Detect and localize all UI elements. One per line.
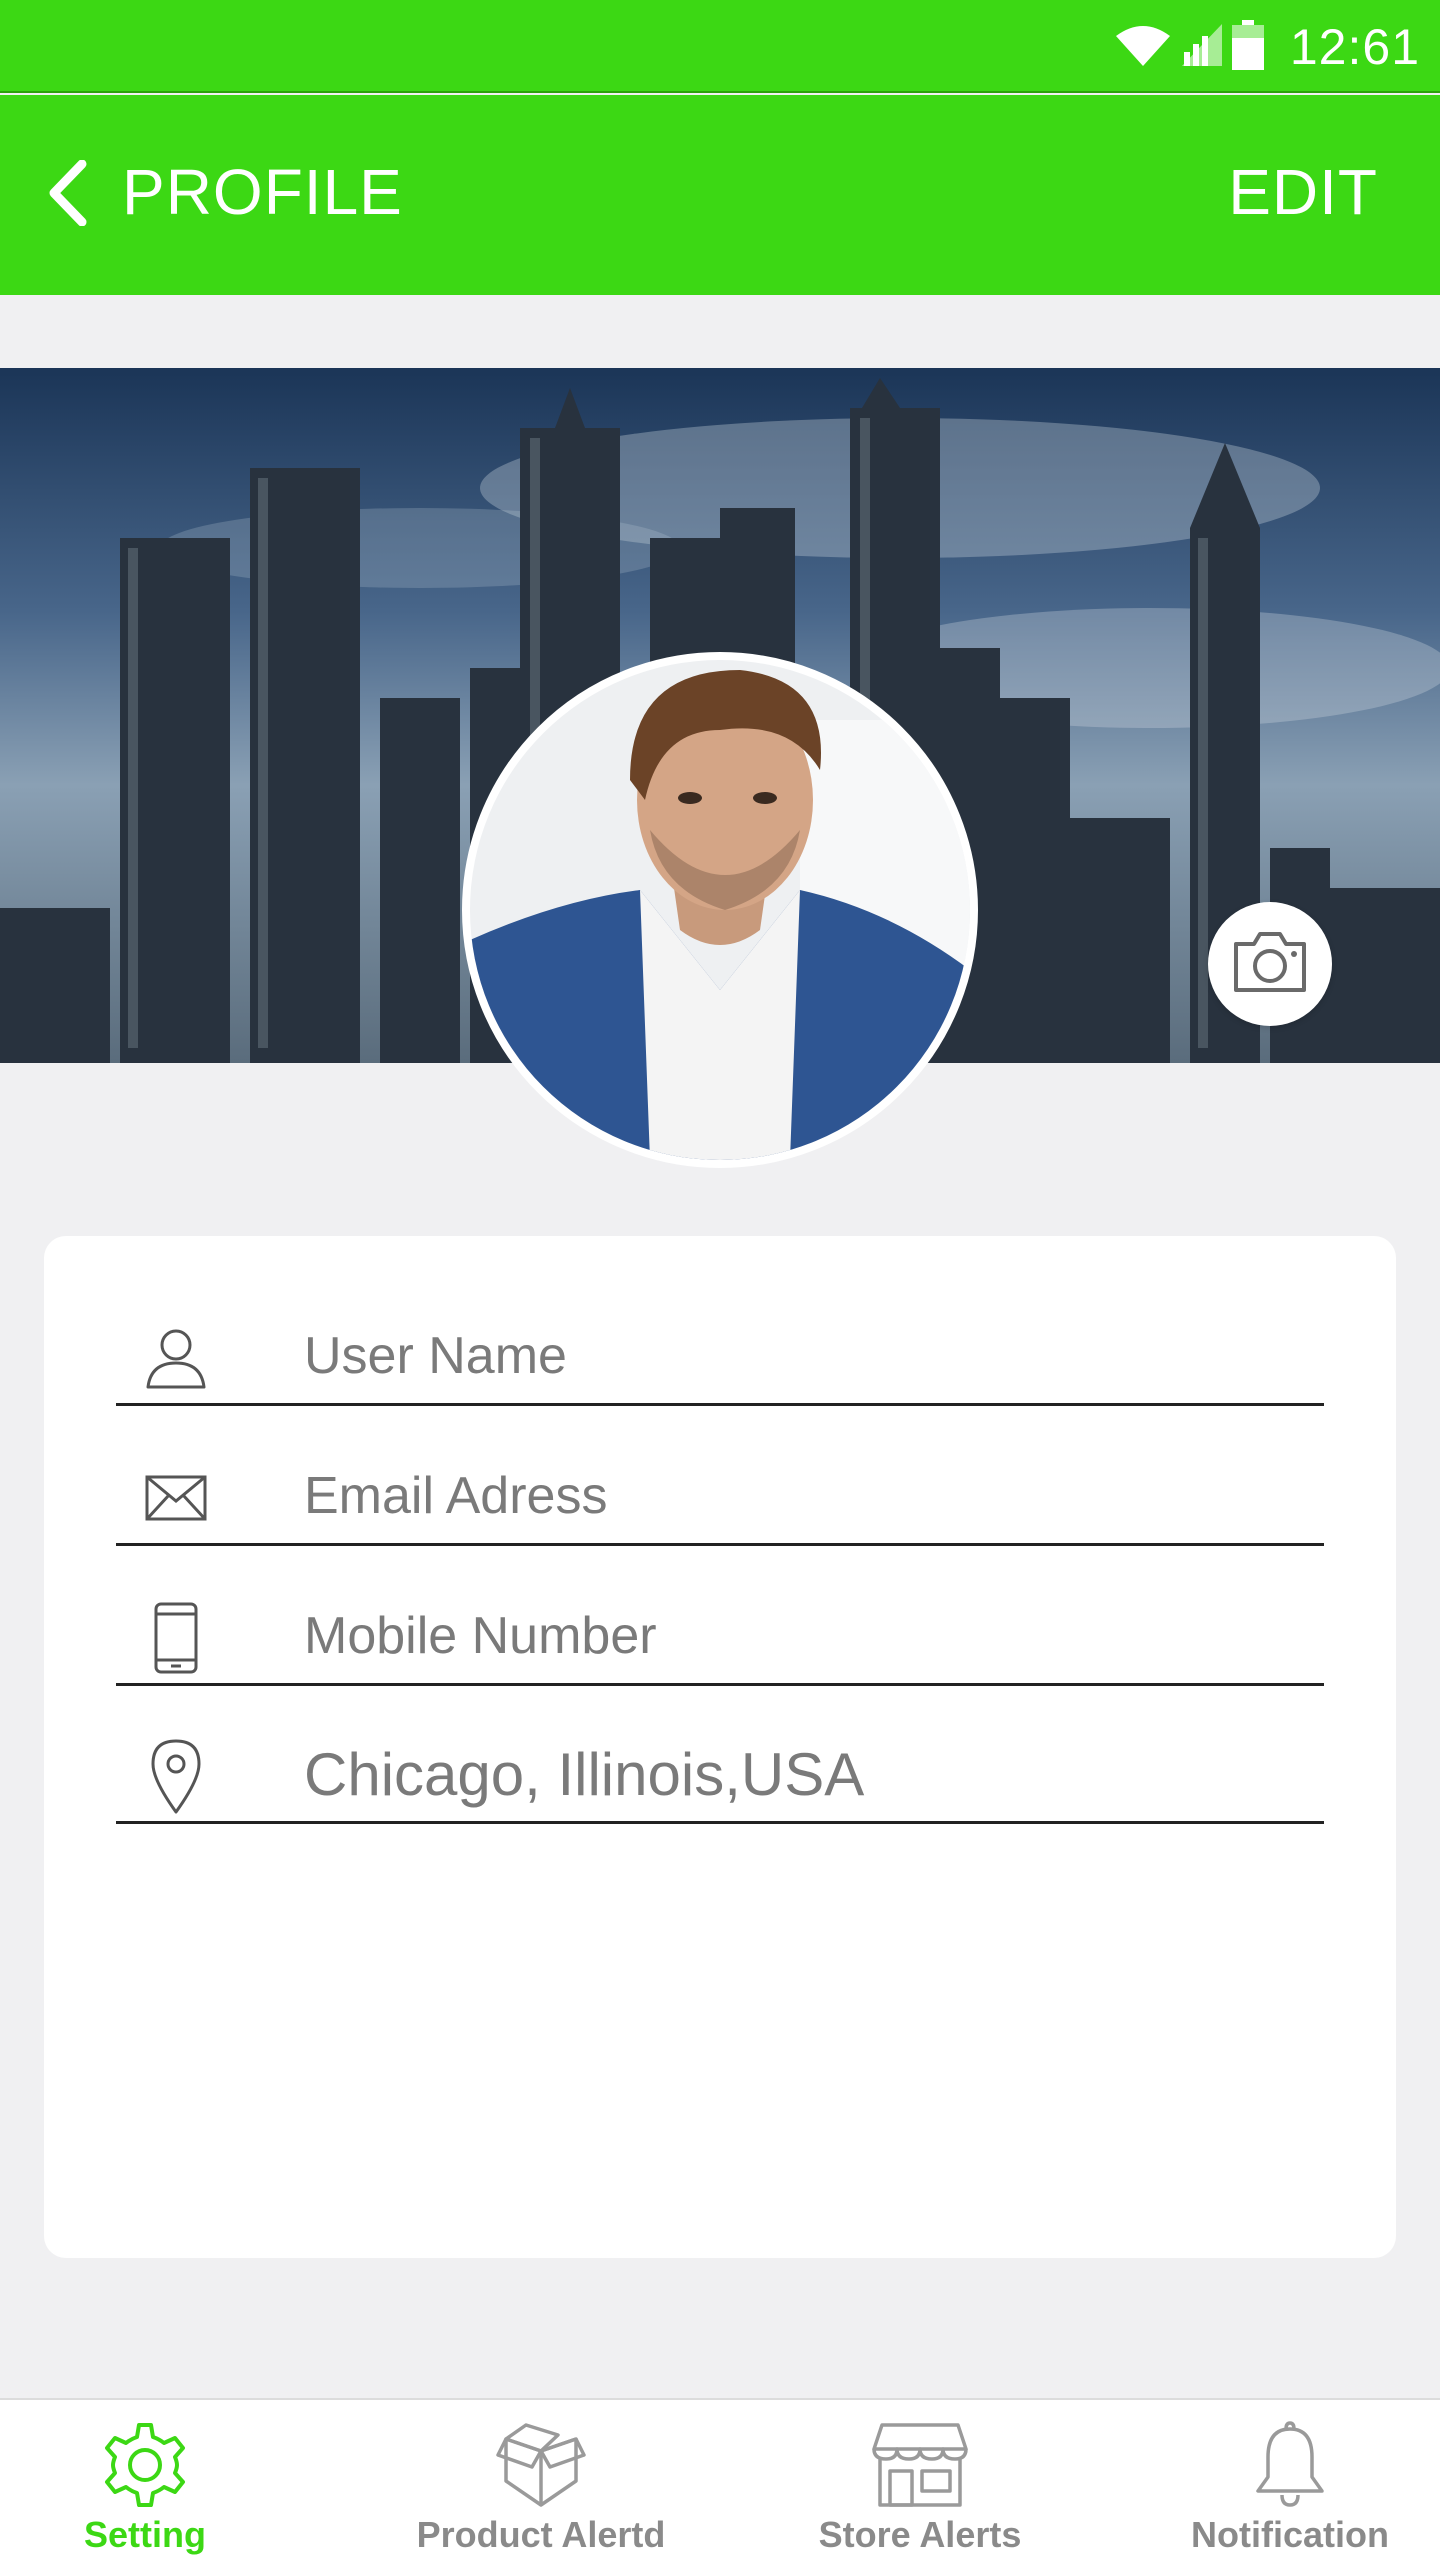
mobile-field xyxy=(116,1546,1324,1686)
email-input[interactable] xyxy=(304,1461,1304,1531)
back-button[interactable] xyxy=(38,157,98,233)
nav-item-setting[interactable]: Setting xyxy=(40,2400,250,2560)
bell-icon xyxy=(1252,2420,1328,2510)
change-cover-photo-button[interactable] xyxy=(1208,902,1332,1026)
status-time: 12:61 xyxy=(1289,19,1420,75)
nav-label-product-alerts: Product Alertd xyxy=(416,2514,666,2555)
nav-item-product-alerts[interactable]: Product Alertd xyxy=(396,2400,686,2560)
profile-form-card xyxy=(44,1236,1396,2258)
user-icon xyxy=(144,1318,208,1398)
envelope-icon xyxy=(144,1458,208,1538)
nav-item-store-alerts[interactable]: Store Alerts xyxy=(800,2400,1040,2560)
nav-label-notification: Notification xyxy=(1191,2514,1389,2555)
status-icons: 12:61 xyxy=(1114,18,1420,76)
app-bar: PROFILE EDIT xyxy=(0,95,1440,295)
nav-label-store-alerts: Store Alerts xyxy=(818,2514,1022,2555)
location-pin-icon xyxy=(144,1736,208,1816)
battery-icon xyxy=(1231,19,1264,75)
email-field xyxy=(116,1406,1324,1546)
nav-item-notification[interactable]: Notification xyxy=(1170,2400,1410,2560)
mobile-number-input[interactable] xyxy=(304,1601,1304,1671)
location-input[interactable] xyxy=(304,1739,1304,1809)
box-icon xyxy=(496,2420,586,2510)
nav-label-setting: Setting xyxy=(84,2514,206,2555)
location-field xyxy=(116,1684,1324,1824)
camera-icon xyxy=(1230,930,1310,999)
phone-icon xyxy=(144,1598,208,1678)
avatar[interactable] xyxy=(462,652,978,1168)
chevron-left-icon xyxy=(48,159,88,231)
bottom-navigation: Setting Product Alertd Store Alerts Noti… xyxy=(0,2398,1440,2560)
profile-photo xyxy=(470,660,970,1160)
edit-button[interactable]: EDIT xyxy=(1228,155,1378,229)
gear-icon xyxy=(101,2420,189,2510)
user-name-input[interactable] xyxy=(304,1321,1304,1391)
store-icon xyxy=(872,2420,968,2510)
signal-icon xyxy=(1180,22,1224,73)
page-title: PROFILE xyxy=(122,156,403,228)
user-name-field xyxy=(116,1266,1324,1406)
status-bar: 12:61 xyxy=(0,0,1440,93)
wifi-icon xyxy=(1114,22,1172,73)
